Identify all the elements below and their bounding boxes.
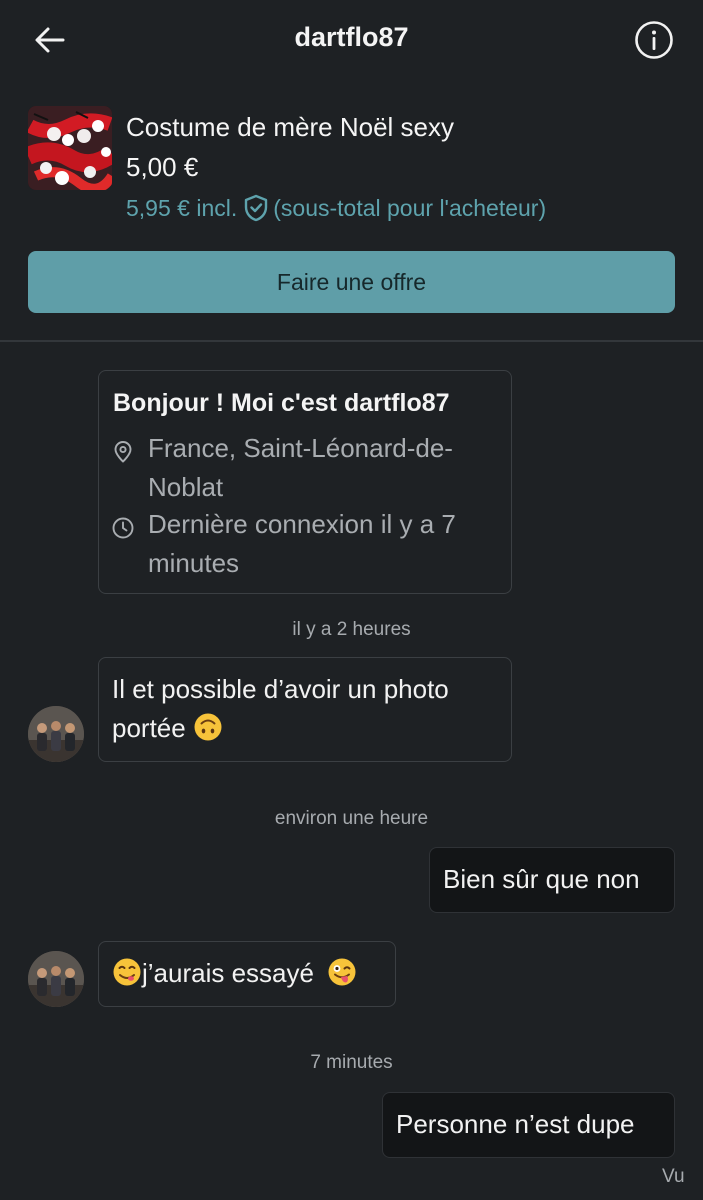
sender-avatar[interactable]: [28, 951, 84, 1007]
read-receipt: Vu: [662, 1166, 685, 1187]
clock-icon: [112, 517, 134, 539]
product-price: 5,00 €: [126, 152, 199, 182]
last-seen-text: Dernière connexion il y a 7 minutes: [148, 509, 456, 578]
product-summary: Costume de mère Noël sexy 5,00 € 5,95 € …: [28, 106, 678, 222]
outgoing-message-bubble[interactable]: Personne n’est dupe: [382, 1092, 675, 1158]
upside-down-face-emoji: [194, 713, 222, 741]
product-thumbnail[interactable]: [28, 106, 112, 190]
incoming-message-bubble[interactable]: j’aurais essayé: [98, 941, 396, 1007]
avatar-photo: [28, 951, 84, 1007]
message-text: Personne n’est dupe: [396, 1109, 635, 1139]
sender-avatar[interactable]: [28, 706, 84, 762]
section-divider: [0, 340, 703, 342]
make-offer-button[interactable]: Faire une offre: [28, 251, 675, 313]
incoming-message-bubble[interactable]: Il et possible d’avoir un photo portée: [98, 657, 512, 762]
avatar-photo: [28, 706, 84, 762]
message-timestamp: il y a 2 heures: [292, 619, 411, 640]
outgoing-message-bubble[interactable]: Bien sûr que non: [429, 847, 675, 913]
location-pin-icon: [114, 441, 132, 463]
yum-face-emoji: [113, 958, 141, 986]
buyer-price-line[interactable]: 5,95 € incl. (sous-total pour l'acheteur…: [126, 194, 546, 222]
message-text: Il et possible d’avoir un photo portée: [112, 674, 449, 743]
message-text: j’aurais essayé: [142, 958, 314, 988]
message-timestamp: environ une heure: [274, 808, 429, 829]
winking-tongue-face-emoji: [328, 958, 356, 986]
info-circle-icon: [635, 21, 673, 59]
location-row: France, Saint-Léonard-de-Noblat: [111, 429, 508, 507]
info-button[interactable]: [632, 18, 676, 62]
seller-location: France, Saint-Léonard-de-Noblat: [148, 433, 453, 502]
conversation-title: dartflo87: [294, 22, 409, 52]
product-photo: [28, 106, 112, 190]
subtotal-note: (sous-total pour l'acheteur): [273, 194, 547, 221]
profile-greeting: Bonjour ! Moi c'est dartflo87: [113, 389, 450, 417]
price-including-protection: 5,95 € incl.: [126, 194, 238, 221]
message-timestamp: 7 minutes: [310, 1052, 393, 1073]
message-text: Bien sûr que non: [443, 864, 640, 894]
product-title[interactable]: Costume de mère Noël sexy: [126, 112, 454, 143]
top-bar: dartflo87: [0, 0, 703, 80]
shield-check-icon: [243, 194, 269, 222]
chat-screen: dartflo87 Costume de mère Noël sexy 5,00…: [0, 0, 703, 1200]
seller-profile-card: Bonjour ! Moi c'est dartflo87 France, Sa…: [98, 370, 512, 594]
last-seen-row: Dernière connexion il y a 7 minutes: [111, 505, 508, 583]
